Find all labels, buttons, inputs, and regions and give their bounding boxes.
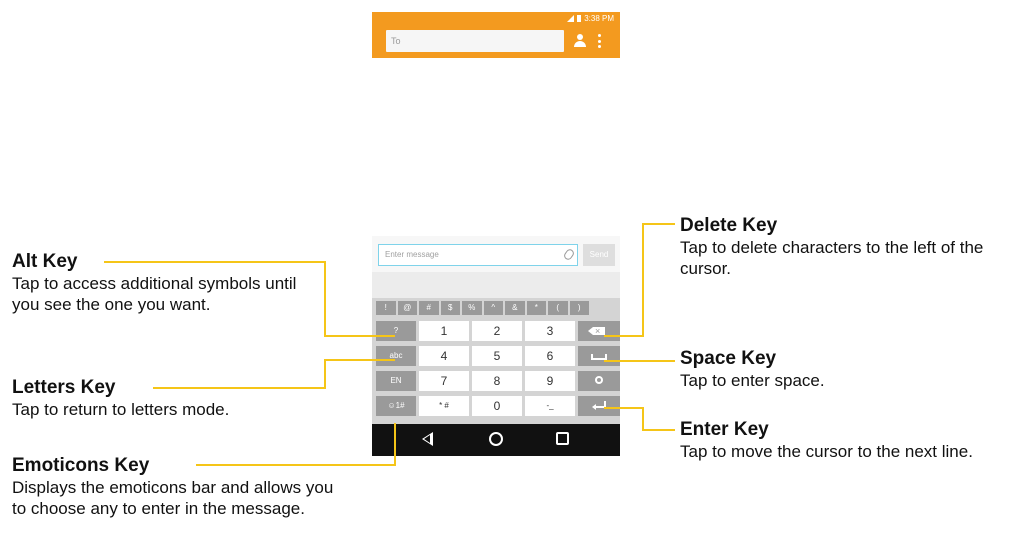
alt-key-callout: Alt Key Tap to access additional symbols… [12,251,312,315]
callout-title: Space Key [680,348,777,369]
emoticons-key-callout: Emoticons Key Displays the emoticons bar… [12,455,352,519]
delete-key-callout: Delete Key Tap to delete characters to t… [680,215,1005,279]
callout-description: Tap to return to letters mode. [12,400,230,419]
callout-description: Tap to move the cursor to the next line. [680,442,973,461]
callout-description: Tap to enter space. [680,371,825,390]
callout-title: Emoticons Key [12,455,150,476]
callout-title: Enter Key [680,419,769,440]
letters-key-callout: Letters Key Tap to return to letters mod… [12,377,332,420]
callout-description: Tap to access additional symbols until y… [12,274,297,314]
callout-title: Letters Key [12,377,116,398]
enter-key-callout: Enter Key Tap to move the cursor to the … [680,419,1005,462]
space-key-callout: Space Key Tap to enter space. [680,348,1005,391]
callout-description: Tap to delete characters to the left of … [680,238,984,278]
callout-title: Delete Key [680,215,778,236]
callout-description: Displays the emoticons bar and allows yo… [12,478,334,518]
callout-title: Alt Key [12,251,78,272]
